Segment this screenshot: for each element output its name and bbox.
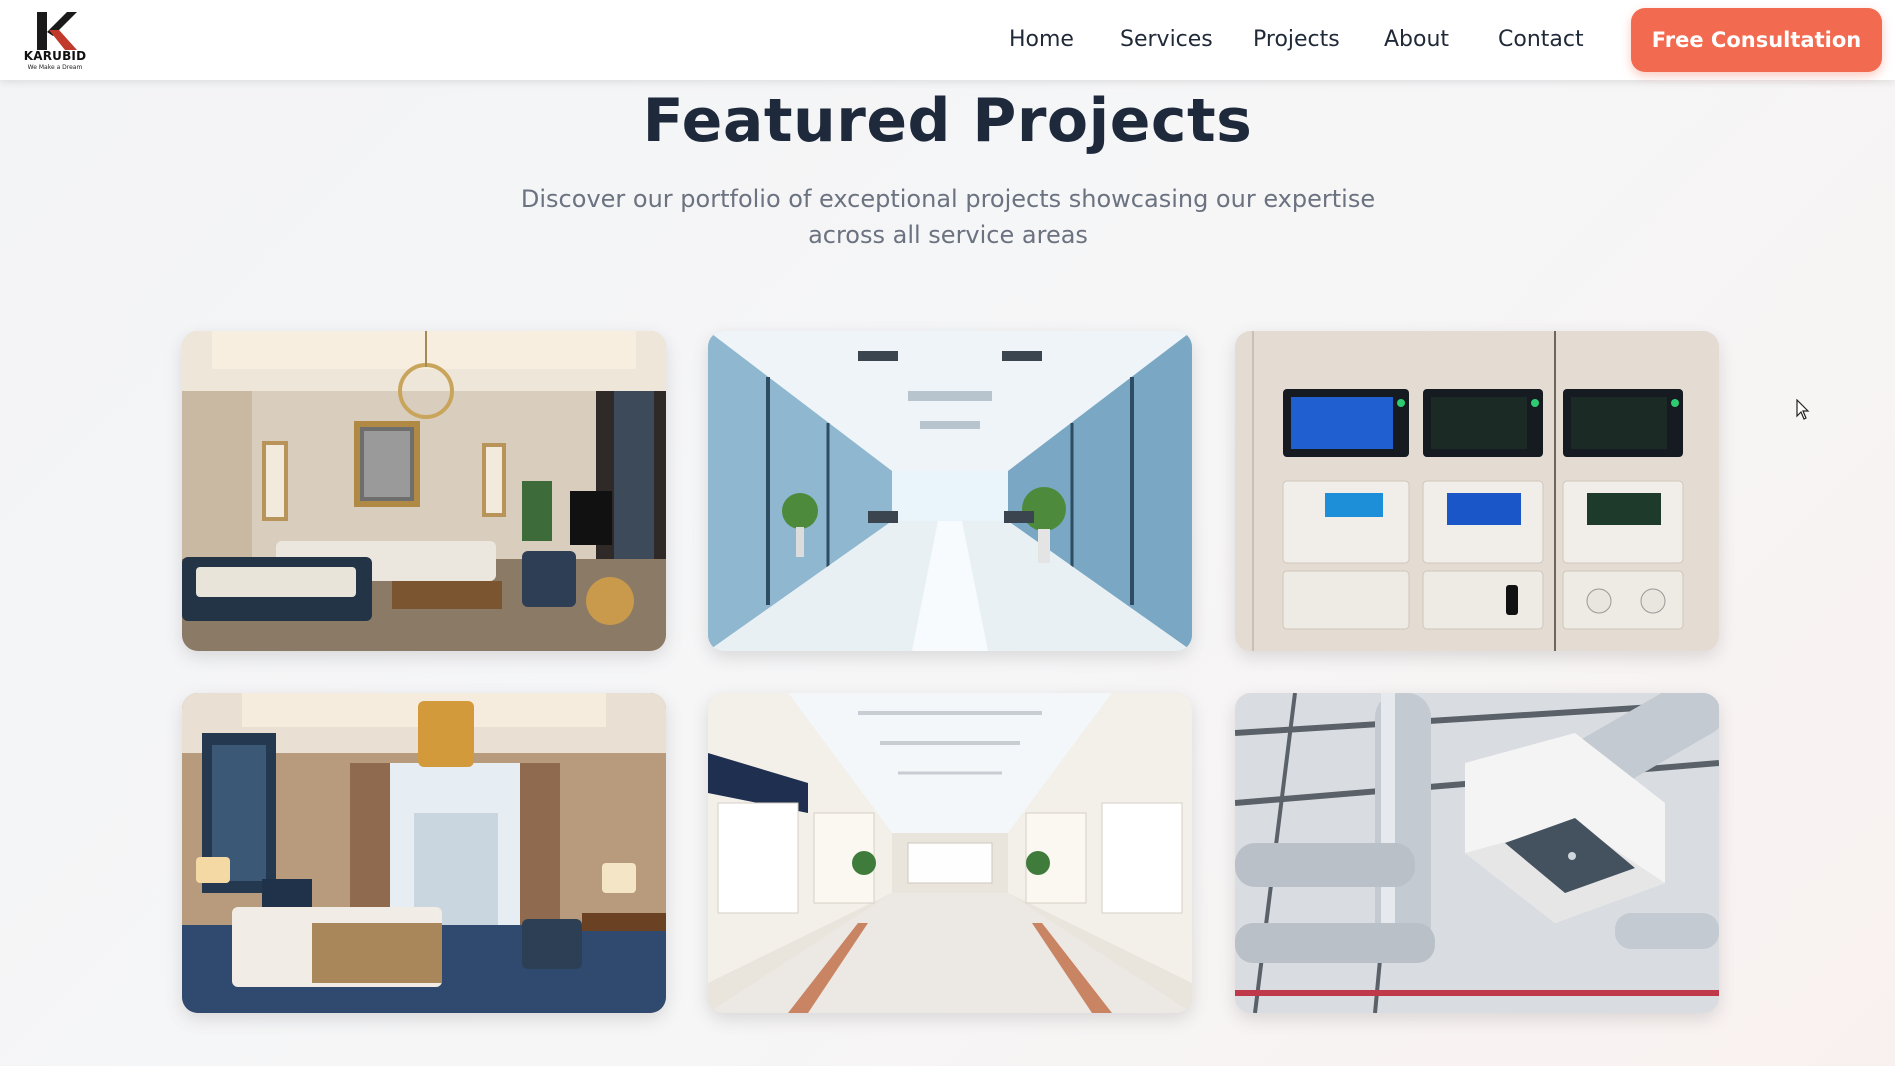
hotel-bedroom-image <box>182 693 666 1013</box>
glass-office-corridor-image <box>708 331 1192 651</box>
shopping-mall-interior-image <box>708 693 1192 1013</box>
nav-projects[interactable]: Projects <box>1253 24 1340 56</box>
section-title: Featured Projects <box>642 86 1253 156</box>
navbar: KARUBID We Make a Dream Home Services Pr… <box>0 0 1895 80</box>
brand-tagline: We Make a Dream <box>27 64 83 71</box>
nav-about[interactable]: About <box>1384 24 1449 56</box>
project-card-5[interactable] <box>708 693 1192 1013</box>
project-card-4[interactable] <box>182 693 666 1013</box>
logo-k-icon <box>37 12 77 50</box>
mouse-cursor-icon <box>1796 399 1810 420</box>
project-card-1[interactable] <box>182 331 666 651</box>
project-card-6[interactable] <box>1235 693 1719 1013</box>
nav-home[interactable]: Home <box>1009 24 1074 56</box>
section-subtitle: Discover our portfolio of exceptional pr… <box>520 185 1376 249</box>
project-card-2[interactable] <box>708 331 1192 651</box>
nav-services[interactable]: Services <box>1120 24 1213 56</box>
brand-name: KARUBID <box>23 49 87 63</box>
luxury-living-room-image <box>182 331 666 651</box>
hvac-ductwork-image <box>1235 693 1719 1013</box>
brand-logo[interactable]: KARUBID We Make a Dream <box>19 8 91 72</box>
nav-contact[interactable]: Contact <box>1498 24 1584 56</box>
project-card-3[interactable] <box>1235 331 1719 651</box>
free-consultation-button[interactable]: Free Consultation <box>1631 8 1882 72</box>
control-panels-wall-image <box>1235 331 1719 651</box>
